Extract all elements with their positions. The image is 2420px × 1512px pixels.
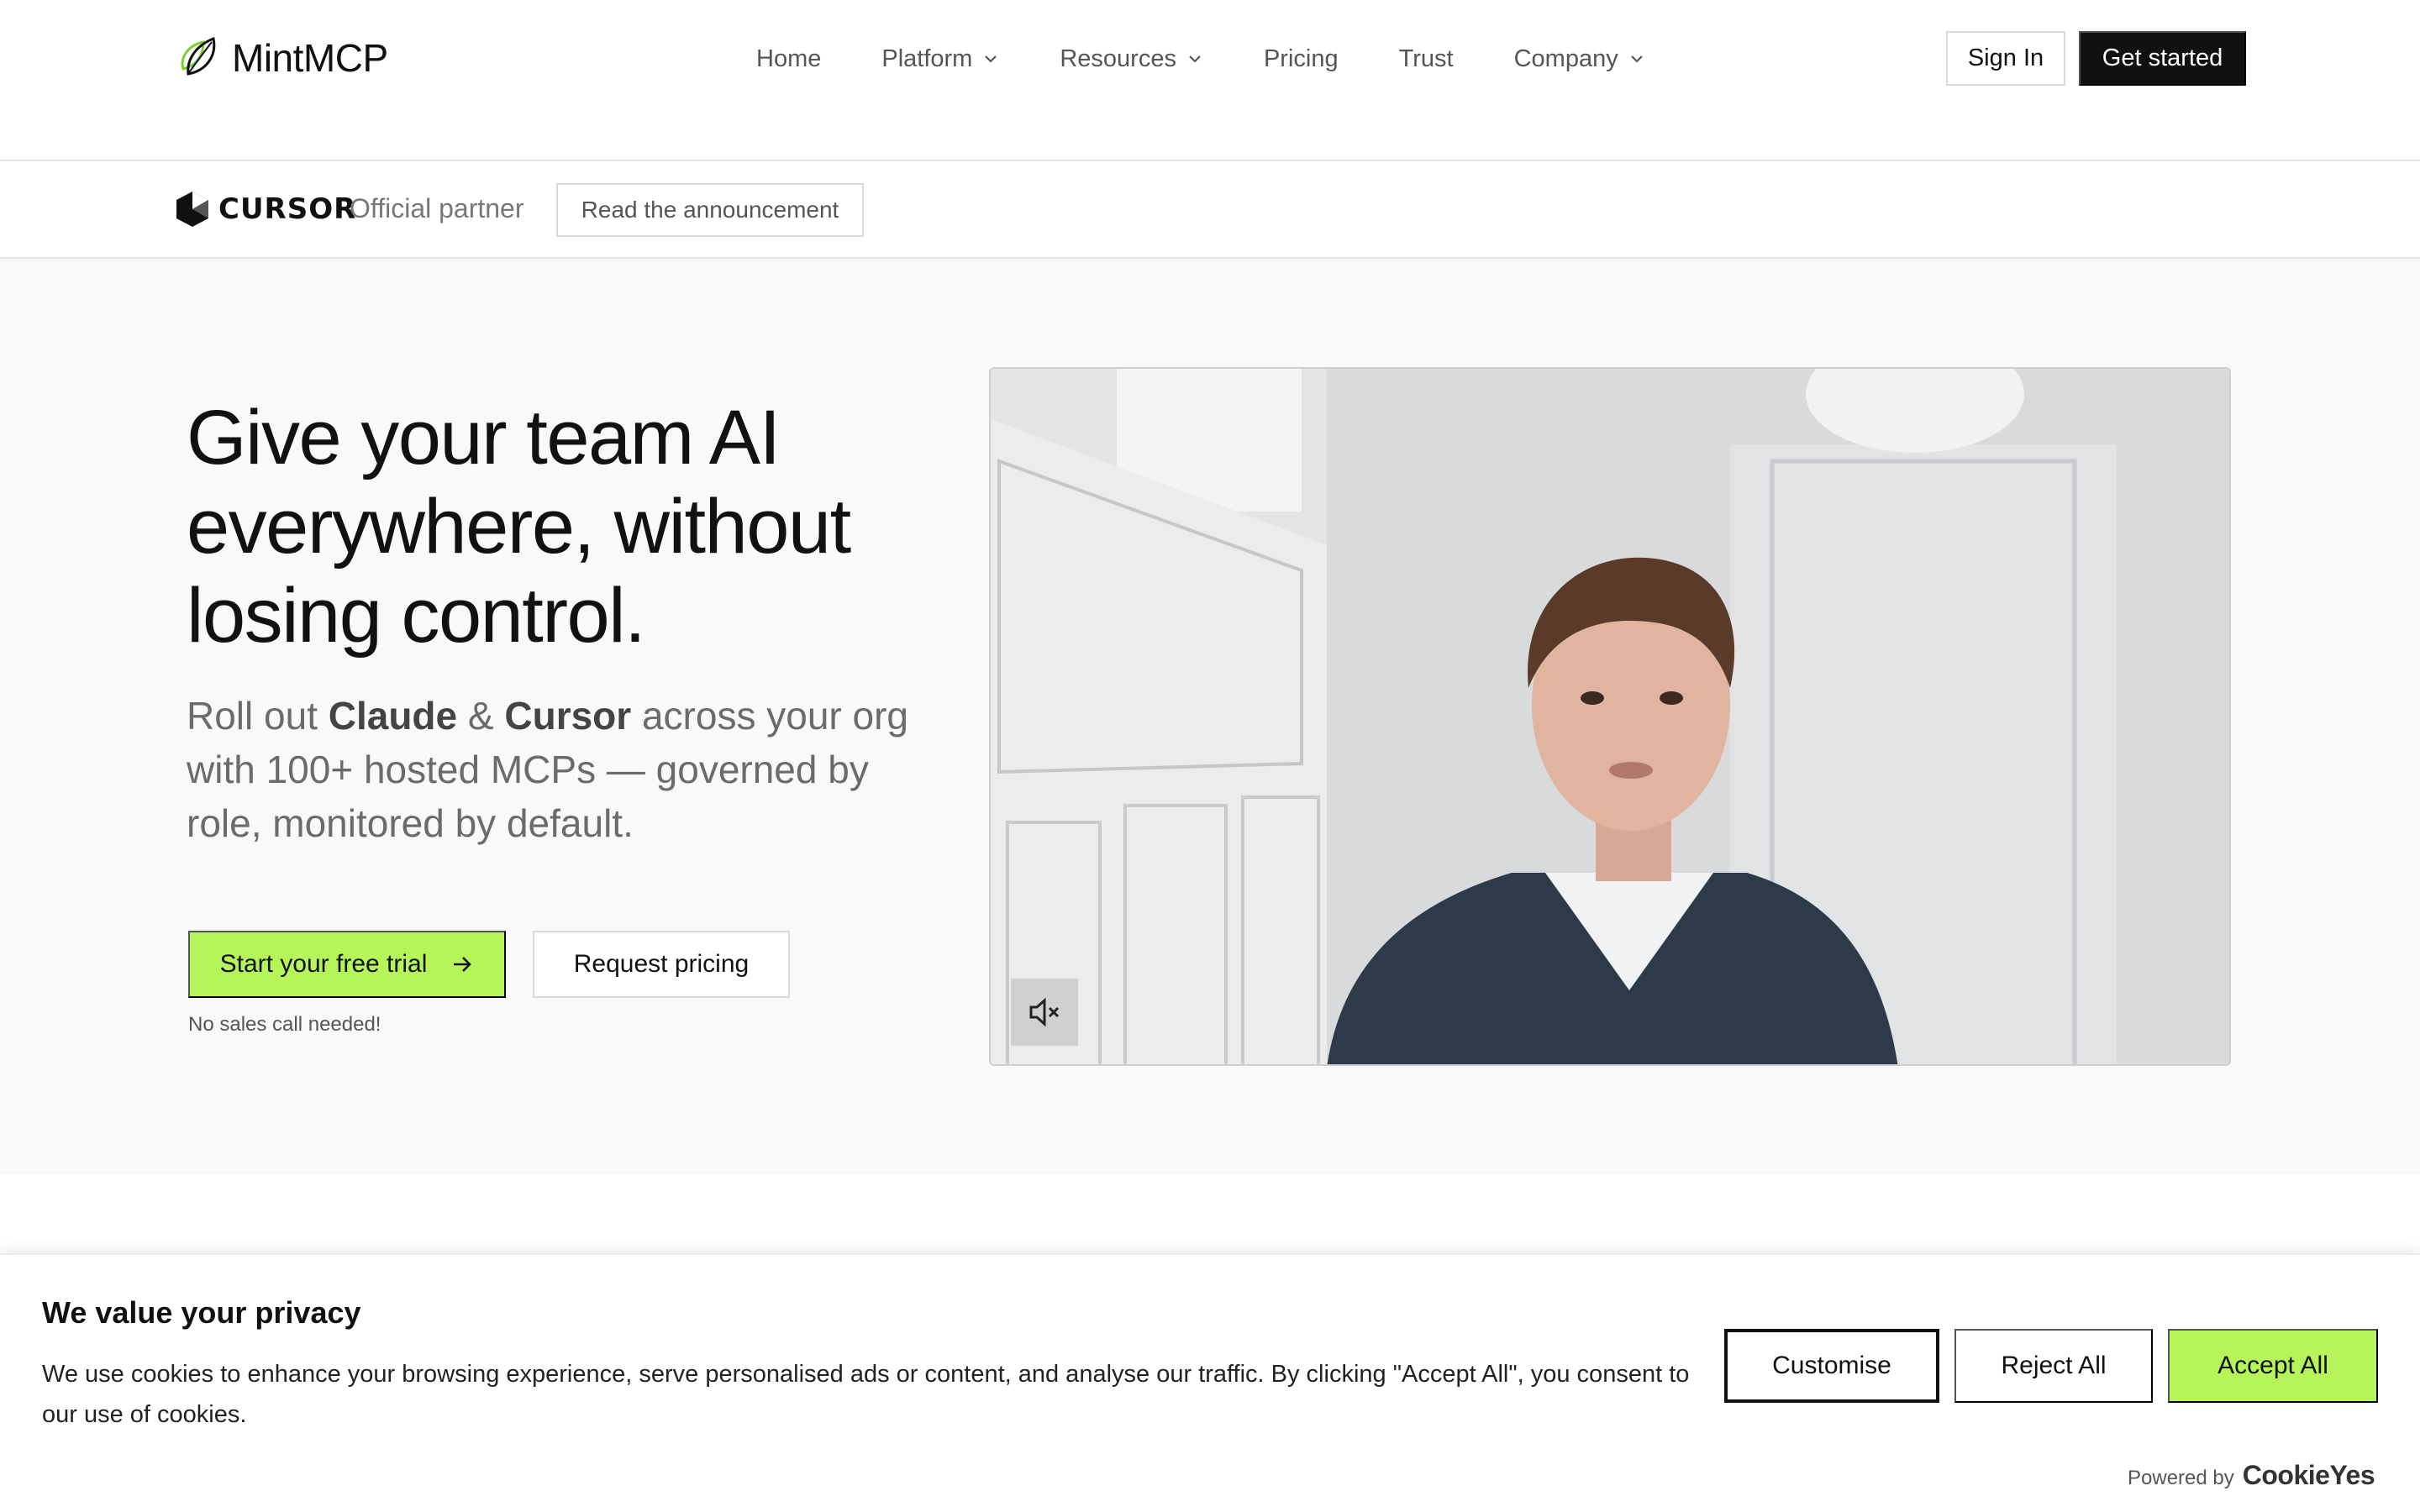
nav-trust[interactable]: Trust: [1399, 45, 1454, 73]
chevron-down-icon: [1189, 55, 1201, 63]
speaker-muted-icon: [1029, 997, 1060, 1027]
video-frame: [991, 369, 2229, 1064]
nav-company-label: Company: [1513, 45, 1618, 72]
hero-sub-amp: &: [457, 694, 505, 738]
nav-platform-label: Platform: [881, 45, 973, 72]
cookie-description: We use cookies to enhance your browsing …: [42, 1361, 1690, 1428]
customise-button[interactable]: Customise: [1724, 1329, 1939, 1403]
start-free-trial-button[interactable]: Start your free trial: [188, 931, 506, 998]
mintmcp-logo[interactable]: MintMCP: [175, 29, 388, 87]
sign-in-button[interactable]: Sign In: [1946, 31, 2065, 86]
request-pricing-button[interactable]: Request pricing: [533, 931, 790, 998]
hero-subtitle: Roll out Claude & Cursor across your org…: [187, 689, 943, 850]
nav-pricing-label: Pricing: [1263, 45, 1339, 72]
hero-sub-part1: Roll out: [187, 694, 329, 738]
nav-trust-label: Trust: [1398, 45, 1454, 72]
cookieyes-logo: CookieYes: [2242, 1460, 2375, 1490]
brand-name: MintMCP: [232, 36, 388, 80]
powered-by-label: Powered by: [2128, 1467, 2234, 1489]
mint-leaf-icon: [181, 36, 216, 76]
start-free-trial-label: Start your free trial: [219, 950, 428, 978]
chevron-down-icon: [1630, 55, 1643, 63]
mute-toggle-button[interactable]: [1011, 979, 1078, 1046]
hero-title: Give your team AI everywhere, without lo…: [187, 395, 851, 659]
cursor-logo: CURSOR: [175, 190, 356, 228]
hero-video[interactable]: [989, 367, 2231, 1066]
accept-all-button[interactable]: Accept All: [2168, 1329, 2378, 1403]
cursor-wordmark: CURSOR: [218, 192, 357, 226]
nav-resources-label: Resources: [1060, 45, 1176, 72]
chevron-down-icon: [985, 55, 997, 63]
main-nav: Home Platform Resources Pricing Trust Co…: [756, 34, 1706, 84]
nav-company[interactable]: Company: [1514, 45, 1645, 73]
partner-label: Official partner: [350, 193, 524, 223]
reject-all-button[interactable]: Reject All: [1954, 1329, 2153, 1403]
nav-pricing[interactable]: Pricing: [1264, 45, 1339, 73]
get-started-button[interactable]: Get started: [2079, 31, 2246, 86]
nav-resources[interactable]: Resources: [1060, 45, 1203, 73]
nav-platform[interactable]: Platform: [881, 45, 999, 73]
powered-by[interactable]: Powered by CookieYes: [2128, 1460, 2375, 1491]
hero-sub-claude: Claude: [328, 694, 458, 738]
cookie-title: We value your privacy: [42, 1295, 361, 1330]
hero-sub-cursor: Cursor: [504, 694, 632, 738]
no-sales-note: No sales call needed!: [188, 1013, 381, 1036]
arrow-right-icon: [454, 957, 472, 972]
nav-home[interactable]: Home: [756, 45, 821, 73]
read-announcement-button[interactable]: Read the announcement: [556, 183, 864, 237]
cursor-cube-icon: [176, 192, 208, 227]
nav-home-label: Home: [756, 45, 822, 72]
